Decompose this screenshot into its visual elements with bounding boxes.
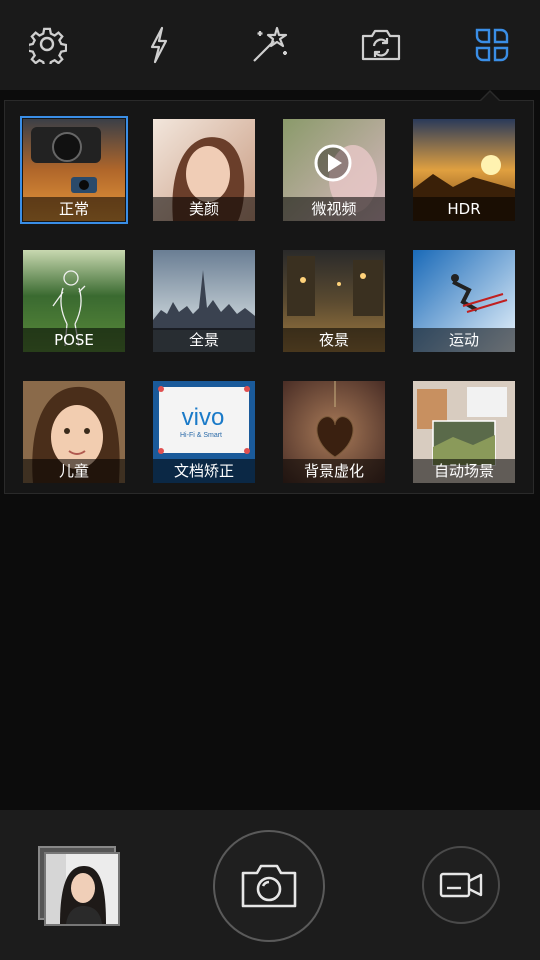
flash-icon — [150, 26, 168, 64]
mode-label: POSE — [23, 328, 125, 352]
mode-label: 微视频 — [283, 197, 385, 221]
mode-label: 自动场景 — [413, 459, 515, 483]
effects-button[interactable] — [247, 22, 293, 68]
mode-background-blur[interactable]: 背景虚化 — [283, 381, 385, 483]
mode-document[interactable]: vivo Hi-Fi & Smart 文档矫正 — [153, 381, 255, 483]
modes-button[interactable] — [469, 22, 515, 68]
mode-normal[interactable]: 正常 — [20, 116, 128, 224]
video-mode-button[interactable] — [422, 846, 500, 924]
mode-label: HDR — [413, 197, 515, 221]
switch-camera-icon — [361, 29, 401, 61]
camera-icon — [241, 864, 297, 908]
settings-button[interactable] — [25, 22, 71, 68]
mode-kids[interactable]: 儿童 — [23, 381, 125, 483]
gallery-thumbnail — [44, 852, 120, 926]
mode-label: 美颜 — [153, 197, 255, 221]
switch-camera-button[interactable] — [358, 22, 404, 68]
gallery-photo — [46, 854, 118, 924]
mode-panorama[interactable]: 全景 — [153, 250, 255, 352]
mode-label: 正常 — [23, 197, 125, 221]
document-brand-text: vivo — [182, 404, 225, 431]
modes-grid-icon — [475, 28, 509, 62]
shutter-button[interactable] — [213, 830, 325, 942]
top-toolbar — [0, 0, 540, 90]
mode-night[interactable]: 夜景 — [283, 250, 385, 352]
mode-label: 儿童 — [23, 459, 125, 483]
mode-sports[interactable]: 运动 — [413, 250, 515, 352]
mode-label: 文档矫正 — [153, 459, 255, 483]
mode-label: 全景 — [153, 328, 255, 352]
video-camera-icon — [439, 872, 483, 898]
mode-label: 运动 — [413, 328, 515, 352]
flash-button[interactable] — [136, 22, 182, 68]
mode-label: 背景虚化 — [283, 459, 385, 483]
panel-pointer-inner — [481, 92, 499, 101]
mode-auto-scene[interactable]: 自动场景 — [413, 381, 515, 483]
mode-micro-video[interactable]: 微视频 — [283, 119, 385, 221]
magic-wand-icon — [253, 26, 288, 62]
gear-icon — [29, 27, 67, 64]
mode-label: 夜景 — [283, 328, 385, 352]
mode-pose[interactable]: POSE — [23, 250, 125, 352]
document-tagline-text: Hi-Fi & Smart — [180, 432, 222, 439]
mode-beauty[interactable]: 美颜 — [153, 119, 255, 221]
gallery-button[interactable] — [38, 846, 120, 926]
mode-hdr[interactable]: HDR — [413, 119, 515, 221]
